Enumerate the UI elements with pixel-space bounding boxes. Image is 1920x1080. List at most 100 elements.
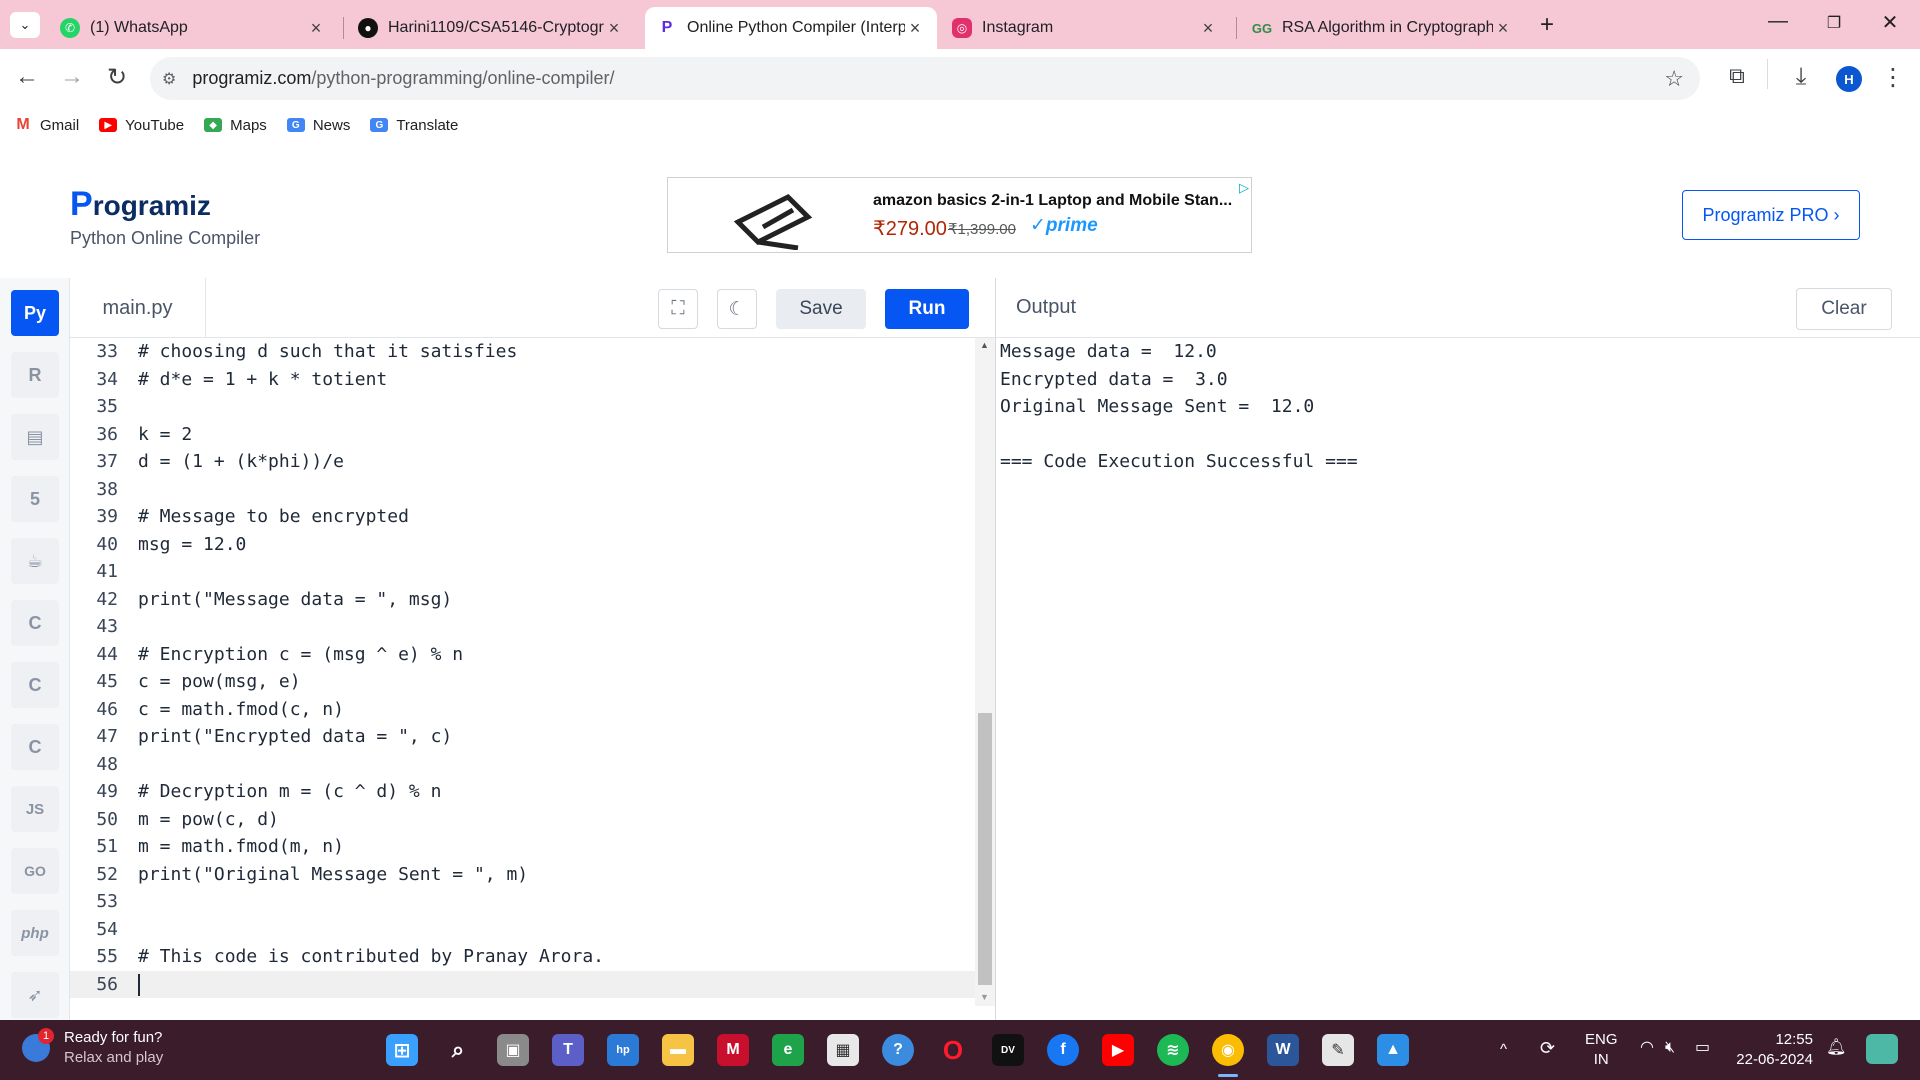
site-header: Programiz Python Online Compiler amazon … <box>0 143 1920 278</box>
chrome-icon[interactable]: ◉ <box>1212 1034 1244 1066</box>
opera-icon[interactable]: O <box>937 1034 969 1066</box>
swift-icon[interactable]: ➶ <box>11 972 59 1018</box>
sql-icon[interactable]: ▤ <box>11 414 59 460</box>
close-tab-icon[interactable]: × <box>905 18 925 39</box>
new-tab-icon[interactable]: + <box>1540 11 1554 39</box>
clear-button[interactable]: Clear <box>1796 288 1892 330</box>
windows-start-icon[interactable]: ⊞ <box>386 1034 418 1066</box>
programiz-pro-button[interactable]: Programiz PRO › <box>1682 190 1860 240</box>
youtube-app-icon[interactable]: ▶ <box>1102 1034 1134 1066</box>
menu-dots-icon[interactable]: ⋮ <box>1878 63 1908 92</box>
clock[interactable]: 12:55 22-06-2024 <box>1735 1030 1813 1070</box>
csharp-icon[interactable]: C <box>11 724 59 770</box>
adchoices-icon[interactable]: ▷ <box>1239 180 1249 196</box>
close-window-icon[interactable]: ✕ <box>1870 10 1910 35</box>
c-icon[interactable]: C <box>11 600 59 646</box>
copilot-icon[interactable] <box>1866 1034 1898 1064</box>
output-console[interactable]: Message data = 12.0 Encrypted data = 3.0… <box>1000 338 1900 1018</box>
close-tab-icon[interactable]: × <box>604 18 624 39</box>
advertisement-banner[interactable]: amazon basics 2-in-1 Laptop and Mobile S… <box>667 177 1252 253</box>
tab-search-chevron-icon[interactable]: ⌄ <box>10 12 40 38</box>
microsoft-store-icon[interactable]: ▦ <box>827 1034 859 1066</box>
url-host: programiz.com <box>192 68 312 88</box>
wifi-icon[interactable]: ◠ <box>1640 1038 1654 1058</box>
notifications-bell-icon[interactable]: 🔔︎ <box>1826 1038 1846 1058</box>
save-button[interactable]: Save <box>776 289 866 329</box>
java-icon[interactable]: ☕ <box>11 538 59 584</box>
run-button[interactable]: Run <box>885 289 969 329</box>
line-number: 39 <box>96 506 118 528</box>
show-hidden-icons-icon[interactable]: ^ <box>1500 1040 1507 1060</box>
help-icon[interactable]: ? <box>882 1034 914 1066</box>
teams-icon[interactable]: T <box>552 1034 584 1066</box>
mcafee-icon[interactable]: M <box>717 1034 749 1066</box>
line-number: 42 <box>96 588 118 610</box>
notepad-icon[interactable]: ✎ <box>1322 1034 1354 1066</box>
restore-icon[interactable]: ❐ <box>1814 13 1854 33</box>
programiz-logo[interactable]: Programiz <box>70 185 211 224</box>
scroll-up-icon[interactable]: ▲ <box>980 340 989 350</box>
bookmark-label: Maps <box>230 116 267 134</box>
file-tab-main-py[interactable]: main.py <box>70 278 206 338</box>
bookmark-maps[interactable]: ◆ Maps <box>204 117 267 134</box>
line-number: 34 <box>96 368 118 390</box>
tab-instagram[interactable]: ◎ Instagram × <box>940 7 1230 49</box>
address-bar[interactable]: ⚙ programiz.com/python-programming/onlin… <box>150 57 1700 100</box>
code-line: 45 c = pow(msg, e) <box>70 668 300 696</box>
python-icon[interactable]: Py <box>11 290 59 336</box>
myhp-icon[interactable]: hp <box>607 1034 639 1066</box>
devtv-icon[interactable]: DV <box>992 1034 1024 1066</box>
tab-geeksforgeeks[interactable]: GG RSA Algorithm in Cryptography × <box>1240 7 1525 49</box>
spotify-icon[interactable]: ≋ <box>1157 1034 1189 1066</box>
bookmark-gmail[interactable]: M Gmail <box>14 116 79 134</box>
file-explorer-icon[interactable]: ▬ <box>662 1034 694 1066</box>
code-editor[interactable]: 33 # choosing d such that it satisfies 34… <box>70 338 975 1020</box>
cpp-icon[interactable]: C <box>11 662 59 708</box>
close-tab-icon[interactable]: × <box>1493 18 1513 39</box>
language-indicator[interactable]: ENG IN <box>1585 1030 1618 1070</box>
editor-scrollbar[interactable]: ▲ ▼ <box>975 338 995 1006</box>
js-icon[interactable]: JS <box>11 786 59 832</box>
dark-mode-icon[interactable]: ☾ <box>717 289 757 329</box>
site-info-icon[interactable]: ⚙ <box>162 69 176 89</box>
back-icon[interactable]: ← <box>12 63 42 91</box>
pane-divider[interactable] <box>995 278 996 1020</box>
r-icon[interactable]: R <box>11 352 59 398</box>
facebook-icon[interactable]: f <box>1047 1034 1079 1066</box>
translate-icon: G <box>370 118 389 132</box>
tab-whatsapp[interactable]: ✆ (1) WhatsApp × <box>48 7 338 49</box>
reload-icon[interactable]: ↻ <box>102 63 132 92</box>
edge-icon[interactable]: e <box>772 1034 804 1066</box>
sync-icon[interactable]: ⟳ <box>1540 1038 1555 1058</box>
tab-programiz[interactable]: P Online Python Compiler (Interp × <box>645 7 937 49</box>
close-tab-icon[interactable]: × <box>306 18 326 39</box>
search-icon[interactable]: ⌕ <box>442 1034 474 1066</box>
scroll-down-icon[interactable]: ▼ <box>980 992 989 1002</box>
close-tab-icon[interactable]: × <box>1198 18 1218 39</box>
html-icon[interactable]: 5 <box>11 476 59 522</box>
line-number: 50 <box>96 808 118 830</box>
scrollbar-thumb[interactable] <box>978 713 992 985</box>
task-view-icon[interactable]: ▣ <box>497 1034 529 1066</box>
minimize-icon[interactable]: — <box>1758 10 1798 33</box>
bookmark-star-icon[interactable]: ☆ <box>1664 66 1684 92</box>
extensions-icon[interactable]: ⧉ <box>1722 63 1752 89</box>
fullscreen-icon[interactable]: ⛶ <box>658 289 698 329</box>
volume-muted-icon[interactable]: 🔇︎ <box>1665 1038 1675 1058</box>
bookmark-translate[interactable]: G Translate <box>370 117 458 134</box>
photos-icon[interactable]: ▲ <box>1377 1034 1409 1066</box>
bookmark-news[interactable]: G News <box>286 117 350 134</box>
profile-avatar[interactable]: H <box>1836 66 1862 92</box>
code-line: 35 <box>70 393 138 421</box>
php-icon[interactable]: php <box>11 910 59 956</box>
widgets-button[interactable]: 1 Ready for fun? Relax and play <box>22 1028 163 1068</box>
word-icon[interactable]: W <box>1267 1034 1299 1066</box>
download-icon[interactable]: ⤓ <box>1786 63 1816 91</box>
tab-github[interactable]: ● Harini1109/CSA5146-Cryptogra × <box>346 7 636 49</box>
clock-time: 12:55 <box>1775 1031 1813 1048</box>
code-line: 49 # Decryption m = (c ^ d) % n <box>70 778 441 806</box>
go-icon[interactable]: GO <box>11 848 59 894</box>
forward-icon[interactable]: → <box>57 63 87 91</box>
bookmark-youtube[interactable]: ▶ YouTube <box>99 117 184 134</box>
battery-icon[interactable]: ▭ <box>1695 1038 1710 1058</box>
